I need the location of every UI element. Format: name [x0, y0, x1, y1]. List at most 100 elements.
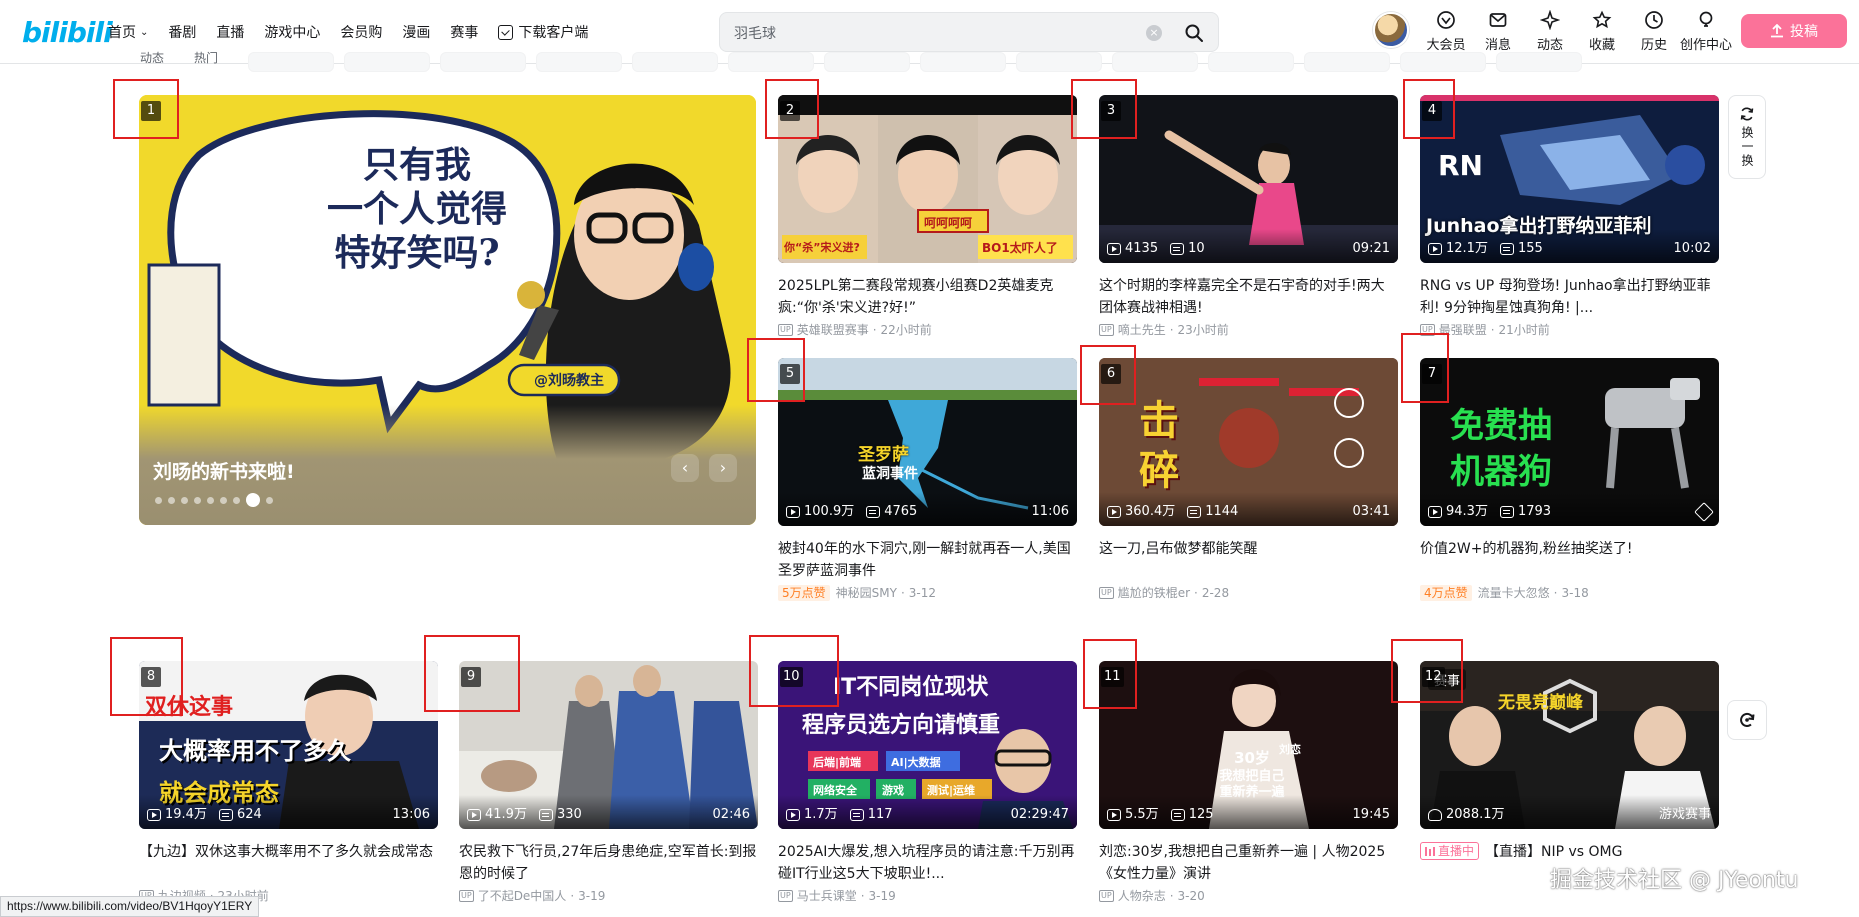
meta-separator: · [860, 888, 865, 903]
search-icon[interactable] [1184, 23, 1204, 43]
video-thumbnail[interactable]: 你“杀”宋义进? 呵呵呵呵 BO1太吓人了 [778, 95, 1077, 263]
video-author[interactable]: 尴尬的铁棍er [1118, 584, 1190, 601]
clear-icon[interactable]: × [1146, 25, 1162, 41]
channel-pill[interactable] [1304, 52, 1391, 72]
channel-pill[interactable] [1496, 52, 1583, 72]
play-count: 4135 [1125, 241, 1159, 256]
thumb-caption: BO1太吓人了 [982, 241, 1058, 255]
banner-dot-active[interactable] [246, 493, 260, 507]
nav-download-client[interactable]: 下载客户端 [498, 22, 588, 42]
video-author[interactable]: 了不起De中国人 [478, 887, 567, 904]
video-meta: 5万点赞 神秘园SMY · 3-12 [778, 584, 1077, 601]
video-title[interactable]: 农民救下飞行员,27年后身患绝症,空军首长:到报恩的时候了 [459, 841, 758, 885]
video-thumbnail[interactable]: 免费抽 机器狗 94.3万 1793 [1420, 358, 1719, 526]
dynamic-entry[interactable]: 动态 [1524, 10, 1576, 53]
channel-pill[interactable] [632, 52, 719, 72]
video-card[interactable]: 免费抽 机器狗 94.3万 1793 价值2W+的机器狗,粉丝抽奖送了! 4万点赞… [1420, 358, 1719, 601]
channel-pill[interactable] [1016, 52, 1103, 72]
video-card[interactable]: 双休这事 大概率用不了多久 就会成常态 19.4万 624 13:06 【九边】双休… [139, 661, 438, 904]
upload-button[interactable]: 投稿 [1741, 14, 1847, 48]
banner-dot[interactable] [207, 496, 214, 504]
message-entry[interactable]: 消息 [1472, 10, 1524, 53]
channel-pill[interactable] [1112, 52, 1199, 72]
video-author[interactable]: 神秘园SMY [836, 584, 897, 601]
vip-entry[interactable]: 大会员 [1420, 10, 1472, 53]
video-card[interactable]: 你“杀”宋义进? 呵呵呵呵 BO1太吓人了 2025LPL第二赛段常规赛小组赛D… [778, 95, 1077, 338]
banner-dot[interactable] [194, 496, 201, 504]
video-card[interactable]: 圣罗萨 蓝洞事件 100.9万 4765 11:06 被封40年的水下洞穴,刚一解封… [778, 358, 1077, 601]
chevron-down-icon: ⌄ [140, 26, 149, 38]
banner-dot[interactable] [155, 496, 162, 504]
share-icon[interactable] [1694, 502, 1714, 522]
video-title[interactable]: 这个时期的李梓嘉完全不是石宇奇的对手!两大团体赛战神相遇! [1099, 275, 1398, 319]
channel-pill[interactable] [248, 52, 335, 72]
creator-entry[interactable]: 创作中心 [1680, 10, 1732, 53]
banner-dot[interactable] [168, 496, 175, 504]
channel-dynamic[interactable]: 动态 [140, 52, 164, 72]
banner-next-button[interactable]: › [709, 454, 737, 482]
video-author[interactable]: 流量卡大忽悠 [1478, 584, 1550, 601]
channel-pill[interactable] [1208, 52, 1295, 72]
video-date: 3-18 [1561, 585, 1589, 600]
banner-dot[interactable] [181, 496, 188, 504]
refresh-feed-button[interactable] [1727, 700, 1767, 740]
refresh-button[interactable]: 换一换 [1728, 95, 1766, 179]
video-thumbnail[interactable]: 圣罗萨 蓝洞事件 100.9万 4765 11:06 [778, 358, 1077, 526]
channel-pill[interactable] [1400, 52, 1487, 72]
category-tag[interactable]: 游戏赛事 [1659, 803, 1711, 822]
banner-dot[interactable] [266, 496, 273, 504]
nav-live[interactable]: 直播 [216, 22, 244, 42]
channel-pill[interactable] [728, 52, 815, 72]
video-title[interactable]: 2025AI大爆发,想入坑程序员的请注意:千万别再碰IT行业这5大下坡职业!..… [778, 841, 1077, 885]
search-input[interactable] [734, 21, 1134, 45]
channel-pill[interactable] [440, 52, 527, 72]
video-title[interactable]: 价值2W+的机器狗,粉丝抽奖送了! [1420, 538, 1719, 582]
nav-comics[interactable]: 漫画 [402, 22, 430, 42]
channel-pill[interactable] [344, 52, 431, 72]
channel-pill[interactable] [824, 52, 911, 72]
video-title[interactable]: 刘恋:30岁,我想把自己重新养一遍 | 人物2025《女性力量》演讲 [1099, 841, 1398, 885]
banner-prev-button[interactable]: ‹ [671, 454, 699, 482]
video-thumbnail[interactable]: 双休这事 大概率用不了多久 就会成常态 19.4万 624 13:06 [139, 661, 438, 829]
video-author[interactable]: 嘀土先生 [1118, 321, 1166, 338]
video-card[interactable]: 击 碎 360.4万 1144 03:41 这一刀,吕布做梦都能笑醒 UP 尴尬的铁棍… [1099, 358, 1398, 601]
video-thumbnail[interactable]: 刘恋 30岁 我想把自己 重新养一遍 5.5万 125 19:45 [1099, 661, 1398, 829]
video-author[interactable]: 英雄联盟赛事 [797, 321, 869, 338]
video-title[interactable]: 被封40年的水下洞穴,刚一解封就再吞一人,美国圣罗萨蓝洞事件 [778, 538, 1077, 582]
video-title[interactable]: RNG vs UP 母狗登场! Junhao拿出打野纳亚菲利! 9分钟掏星蚀真狗… [1420, 275, 1719, 319]
danmaku-icon [849, 809, 864, 821]
favorite-entry[interactable]: 收藏 [1576, 10, 1628, 53]
live-card[interactable]: 赛事 无畏竞巅峰 2088.1万 游戏赛事 直播中 【直播】NIP vs OMG [1420, 661, 1719, 861]
video-title[interactable]: 2025LPL第二赛段常规赛小组赛D2英雄麦克疯:“你'杀'宋义进?好!” [778, 275, 1077, 319]
video-thumbnail[interactable]: 击 碎 360.4万 1144 03:41 [1099, 358, 1398, 526]
refresh-label: 换一换 [1740, 126, 1754, 168]
banner-carousel[interactable]: 只有我 一个人觉得 特好笑吗? @刘旸教主 刘旸的新书来啦! ‹ › [139, 95, 756, 525]
nav-anime[interactable]: 番剧 [168, 22, 196, 42]
nav-home[interactable]: 首页 ⌄ [108, 22, 148, 42]
user-avatar[interactable] [1373, 12, 1409, 48]
video-card[interactable]: 4135 10 09:21 这个时期的李梓嘉完全不是石宇奇的对手!两大团体赛战神相遇… [1099, 95, 1398, 338]
danmaku-icon [1499, 243, 1514, 255]
channel-hot[interactable]: 热门 [194, 52, 218, 72]
thumb-caption: 机器狗 [1450, 452, 1552, 492]
live-thumbnail[interactable]: 赛事 无畏竞巅峰 2088.1万 游戏赛事 [1420, 661, 1719, 829]
bilibili-logo[interactable]: bilibili [22, 16, 113, 49]
channel-pill[interactable] [536, 52, 623, 72]
video-author[interactable]: 马士兵课堂 [797, 887, 857, 904]
video-card[interactable]: 刘恋 30岁 我想把自己 重新养一遍 5.5万 125 19:45 刘恋:30岁,我… [1099, 661, 1398, 904]
history-entry[interactable]: 历史 [1628, 10, 1680, 53]
live-title[interactable]: 【直播】NIP vs OMG [1485, 841, 1622, 861]
video-thumbnail[interactable]: 4135 10 09:21 [1099, 95, 1398, 263]
video-author[interactable]: 人物杂志 [1118, 887, 1166, 904]
nav-game-center[interactable]: 游戏中心 [264, 22, 320, 42]
video-title[interactable]: 这一刀,吕布做梦都能笑醒 [1099, 538, 1398, 582]
video-card[interactable]: RN Junhao拿出打野纳亚菲利 12.1万 155 10:02 RNG vs U… [1420, 95, 1719, 338]
nav-esports[interactable]: 赛事 [450, 22, 478, 42]
video-thumbnail[interactable]: RN Junhao拿出打野纳亚菲利 12.1万 155 10:02 [1420, 95, 1719, 263]
channel-pill[interactable] [920, 52, 1007, 72]
nav-member-shop[interactable]: 会员购 [340, 22, 382, 42]
banner-title[interactable]: 刘旸的新书来啦! [153, 457, 295, 484]
banner-dot[interactable] [220, 496, 227, 504]
video-title[interactable]: 【九边】双休这事大概率用不了多久就会成常态 [139, 841, 438, 885]
banner-dot[interactable] [233, 496, 240, 504]
